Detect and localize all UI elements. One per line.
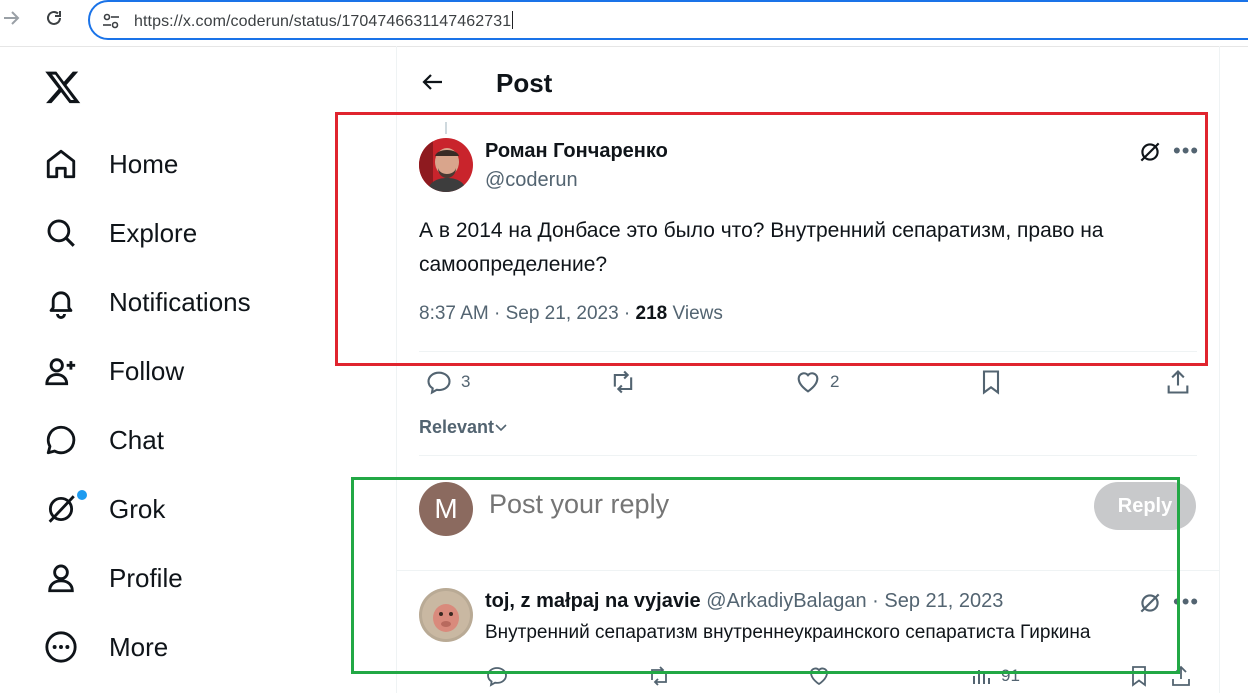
sidebar-item-label: Chat bbox=[109, 424, 164, 455]
reply-button[interactable]: 3 bbox=[425, 368, 470, 396]
x-logo-icon[interactable] bbox=[44, 68, 82, 106]
like-count: 2 bbox=[830, 372, 840, 391]
sidebar-item-follow[interactable]: Follow bbox=[44, 347, 184, 395]
highlight-box-green bbox=[351, 477, 1180, 674]
address-bar[interactable]: https://x.com/coderun/status/17047466311… bbox=[88, 0, 1248, 40]
chevron-down-icon bbox=[495, 424, 507, 432]
sidebar-item-label: Profile bbox=[109, 562, 183, 593]
url-text[interactable]: https://x.com/coderun/status/17047466311… bbox=[134, 11, 514, 31]
bell-icon bbox=[49, 291, 73, 319]
grok-icon bbox=[48, 495, 75, 523]
sort-dropdown[interactable]: Relevant bbox=[419, 417, 508, 438]
post-actions: 3 2 bbox=[419, 368, 1199, 402]
divider bbox=[419, 455, 1197, 456]
bookmark-icon bbox=[982, 370, 1000, 395]
notification-dot bbox=[77, 490, 87, 500]
like-button[interactable]: 2 bbox=[794, 368, 839, 396]
sidebar-item-home[interactable]: Home bbox=[44, 140, 178, 188]
sidebar-item-chat[interactable]: Chat bbox=[44, 416, 164, 464]
highlight-box-red bbox=[335, 112, 1208, 366]
share-button[interactable] bbox=[1164, 368, 1192, 396]
sidebar-item-notifications[interactable]: Notifications bbox=[44, 278, 251, 326]
sidebar-item-label: More bbox=[109, 631, 169, 662]
heart-icon bbox=[797, 372, 819, 393]
sidebar-item-label: Grok bbox=[109, 493, 166, 524]
repost-icon bbox=[613, 370, 633, 394]
browser-toolbar: https://x.com/coderun/status/17047466311… bbox=[0, 0, 1248, 47]
forward-icon[interactable] bbox=[0, 8, 24, 32]
sidebar-item-explore[interactable]: Explore bbox=[44, 209, 197, 257]
sidebar-item-label: Follow bbox=[109, 355, 185, 386]
reply-count: 3 bbox=[461, 372, 471, 391]
add-user-icon bbox=[45, 358, 76, 386]
share-icon bbox=[1167, 370, 1189, 394]
repost-button[interactable] bbox=[609, 368, 637, 396]
sidebar-item-profile[interactable]: Profile bbox=[44, 554, 183, 602]
page-header: Post bbox=[397, 46, 1219, 122]
sidebar-item-label: Home bbox=[109, 148, 179, 179]
more-circle-icon bbox=[45, 631, 77, 663]
sort-label: Relevant bbox=[419, 417, 495, 437]
reply-icon bbox=[427, 371, 451, 395]
page-title: Post bbox=[496, 68, 553, 98]
sidebar-item-label: Explore bbox=[109, 217, 198, 248]
site-settings-icon[interactable] bbox=[102, 12, 120, 30]
chat-icon bbox=[46, 425, 76, 455]
home-icon bbox=[46, 149, 76, 179]
back-arrow-icon[interactable] bbox=[421, 70, 445, 94]
bookmark-button[interactable] bbox=[977, 368, 1005, 396]
sidebar-item-more[interactable]: More bbox=[44, 623, 168, 671]
reload-icon[interactable] bbox=[42, 8, 66, 32]
search-icon bbox=[47, 219, 75, 247]
sidebar-item-label: Notifications bbox=[109, 286, 251, 317]
profile-icon bbox=[48, 564, 74, 593]
sidebar-item-grok[interactable]: Grok bbox=[44, 485, 165, 533]
